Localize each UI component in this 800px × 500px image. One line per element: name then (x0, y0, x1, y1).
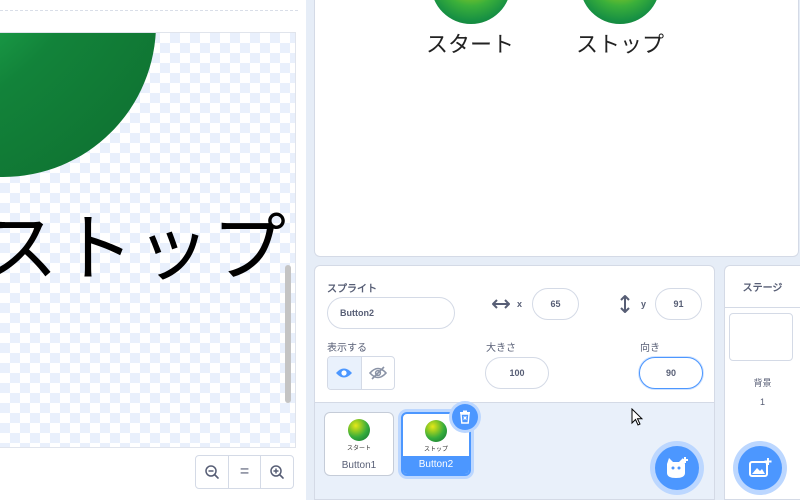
size-label: 大きさ (486, 343, 516, 354)
trash-icon (460, 410, 470, 424)
direction-label: 向き (640, 343, 660, 354)
stage-panel-title: ステージ (725, 266, 800, 308)
x-axis-arrow-icon (492, 299, 510, 309)
y-label: y (641, 299, 647, 309)
show-label: 表示する (327, 343, 367, 354)
add-backdrop-image-icon (749, 458, 772, 477)
direction-input[interactable]: 90 (639, 357, 703, 389)
sprite-thumbnail (348, 419, 370, 441)
sprite-name-input[interactable]: Button2 (327, 297, 455, 329)
sprite-label: スプライト (327, 284, 377, 295)
sprite-info: スプライト Button2 x 65 y 91 表示する 大きさ 100 向き … (315, 266, 714, 403)
sprite-thumbnail-text: ストップ (423, 446, 448, 453)
sprite-thumbnail (425, 420, 447, 442)
sprite-selector: スタート Button1 ストップ Button2 (315, 403, 714, 499)
zoom-reset-icon: = (239, 463, 250, 480)
canvas-vertical-scrollbar[interactable] (285, 265, 291, 403)
delete-sprite-button[interactable] (452, 404, 478, 430)
backdrops-label: 背景 (753, 378, 772, 388)
stage-stop-label[interactable]: ストップ (576, 27, 664, 59)
size-input[interactable]: 100 (485, 357, 549, 389)
visibility-toggle (327, 356, 395, 390)
stage-thumbnail[interactable] (729, 313, 793, 361)
hide-sprite-button[interactable] (362, 357, 395, 389)
paint-editor: ストップ = (0, 0, 306, 500)
add-sprite-cat-icon (667, 457, 688, 478)
sprite-thumbnail-text: スタート (346, 445, 371, 452)
x-position-input[interactable]: 65 (532, 288, 579, 320)
stage-start-label[interactable]: スタート (426, 27, 514, 59)
stage-start-button-sprite[interactable] (431, 0, 511, 24)
sprite-tile-button1[interactable]: スタート Button1 (324, 412, 394, 476)
zoom-in-button[interactable] (261, 456, 293, 488)
y-axis-arrow-icon (620, 295, 630, 313)
costume-text[interactable]: ストップ (0, 189, 288, 296)
paint-canvas[interactable]: ストップ (0, 32, 296, 448)
backdrops-count: 1 (759, 397, 765, 407)
sprite-tile-name: Button1 (341, 460, 377, 471)
add-sprite-button[interactable] (655, 446, 699, 490)
editor-toolbar-divider (0, 10, 298, 11)
zoom-in-icon (270, 465, 284, 479)
add-backdrop-button[interactable] (738, 446, 782, 490)
zoom-controls: = (195, 455, 294, 489)
mouse-cursor-icon (631, 408, 643, 426)
stage-canvas[interactable]: スタート ストップ (314, 0, 799, 257)
show-sprite-button[interactable] (328, 357, 362, 389)
y-position-input[interactable]: 91 (655, 288, 702, 320)
eye-off-icon (368, 366, 387, 380)
sprite-tile-name: Button2 (403, 456, 469, 474)
x-label: x (517, 299, 523, 309)
zoom-reset-button[interactable]: = (229, 456, 262, 488)
zoom-out-button[interactable] (196, 456, 229, 488)
zoom-out-icon (205, 465, 219, 479)
eye-icon (336, 368, 353, 378)
stage-stop-button-sprite[interactable] (580, 0, 660, 24)
costume-button-graphic[interactable] (0, 33, 156, 177)
